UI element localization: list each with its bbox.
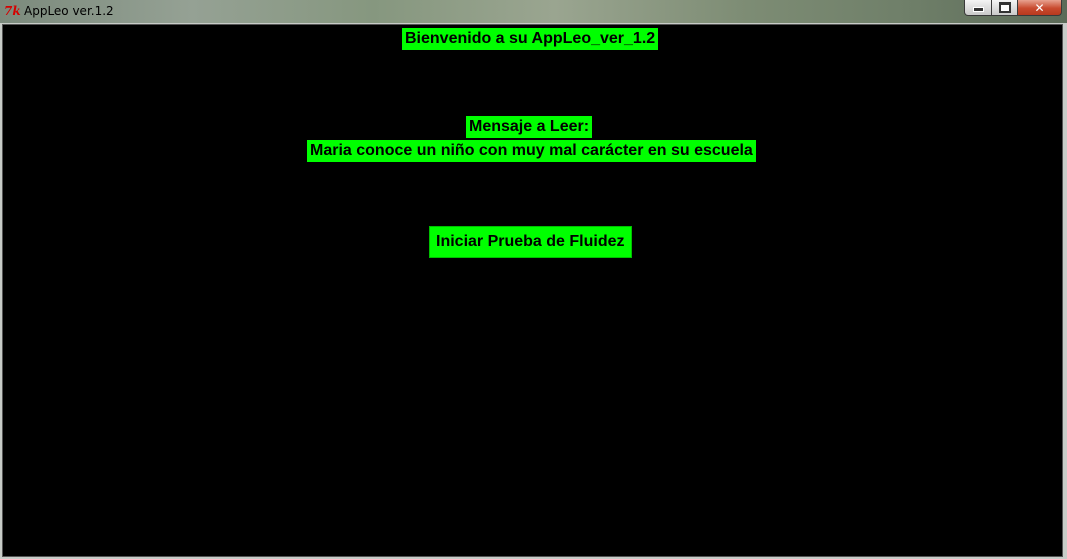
maximize-icon — [998, 2, 1011, 13]
maximize-button[interactable] — [992, 0, 1018, 16]
start-fluency-test-button[interactable]: Iniciar Prueba de Fluidez — [429, 226, 632, 258]
main-canvas: Bienvenido a su AppLeo_ver_1.2 Mensaje a… — [2, 24, 1063, 557]
title-bar[interactable]: 7k AppLeo ver.1.2 ✕ — [0, 0, 1067, 24]
welcome-label: Bienvenido a su AppLeo_ver_1.2 — [402, 28, 659, 50]
close-button[interactable]: ✕ — [1018, 0, 1062, 16]
window-title: AppLeo ver.1.2 — [24, 4, 114, 18]
window-controls: ✕ — [964, 0, 1062, 16]
minimize-button[interactable] — [964, 0, 992, 16]
minimize-icon — [972, 7, 984, 12]
close-icon: ✕ — [1034, 0, 1045, 15]
message-heading-label: Mensaje a Leer: — [466, 116, 593, 138]
message-text-label: Maria conoce un niño con muy mal carácte… — [307, 140, 756, 162]
tk-feather-icon: 7k — [4, 4, 21, 18]
